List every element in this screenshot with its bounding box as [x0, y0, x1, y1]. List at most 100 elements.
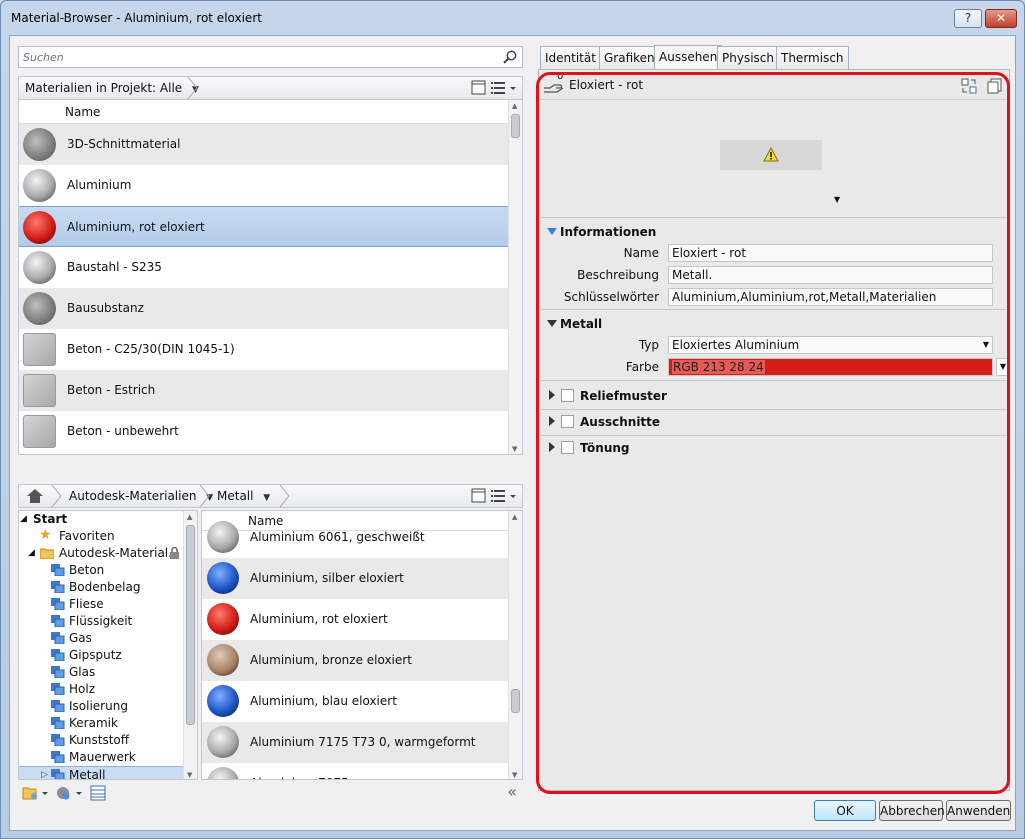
create-material-icon[interactable] [56, 785, 84, 801]
list-item[interactable]: Aluminium, bronze eloxiert [202, 640, 522, 681]
collapsed-arrow-icon[interactable] [549, 416, 555, 426]
list-item[interactable]: Baustahl - S235 [19, 247, 522, 288]
list-item[interactable]: Aluminium 7175 T73 0, warmgeformt [202, 722, 522, 763]
search-icon[interactable] [502, 49, 518, 65]
tree-node-gipsputz[interactable]: Gipsputz [19, 647, 197, 664]
tree-node-beton[interactable]: Beton [19, 562, 197, 579]
duplicate-asset-icon[interactable] [987, 78, 1003, 94]
appearance-preview[interactable] [720, 140, 822, 170]
tab-physical[interactable]: Physisch [717, 46, 779, 70]
list-item[interactable]: Aluminium, rot eloxiert [19, 206, 522, 247]
left-pane: Materialien in Projekt: Alle ▼ Name [18, 41, 523, 801]
description-field[interactable]: Metall. [668, 266, 993, 284]
scroll-down-icon[interactable]: ▼ [512, 445, 517, 453]
collapse-panel-icon[interactable]: « [507, 782, 517, 801]
tab-appearance[interactable]: Aussehen [654, 45, 723, 71]
tree-node-autodesk-library[interactable]: ◢ Autodesk-Material... [19, 545, 197, 562]
preview-options-dropdown-icon[interactable]: ▼ [834, 195, 840, 204]
tree-node-gas[interactable]: Gas [19, 630, 197, 647]
scroll-up-icon[interactable]: ▲ [512, 513, 517, 521]
list-item[interactable]: 3D-Schnittmaterial [19, 124, 522, 165]
list-item[interactable]: Bausubstanz [19, 288, 522, 329]
library-breadcrumb[interactable]: Autodesk-Materialien ▼ [63, 485, 213, 507]
tree-node-flüssigkeit[interactable]: Flüssigkeit [19, 613, 197, 630]
scroll-down-icon[interactable]: ▼ [512, 771, 517, 779]
section-metall[interactable]: Metall [560, 317, 602, 331]
tint-checkbox[interactable] [561, 441, 574, 454]
scroll-up-icon[interactable]: ▲ [187, 513, 192, 521]
close-button[interactable]: ✕ [985, 9, 1017, 28]
collapsed-arrow-icon[interactable] [549, 390, 555, 400]
tree-node-glas[interactable]: Glas [19, 664, 197, 681]
section-reliefmuster[interactable]: Reliefmuster [580, 389, 667, 403]
library-list-scrollbar[interactable]: ▲ ▼ [508, 511, 522, 779]
color-options-dropdown[interactable]: ▼ [996, 358, 1008, 376]
tree-node-isolierung[interactable]: Isolierung [19, 698, 197, 715]
tree-scrollbar[interactable]: ▲ ▼ [183, 511, 197, 779]
star-icon: ★ [39, 527, 52, 543]
tree-node-mauerwerk[interactable]: Mauerwerk [19, 749, 197, 766]
view-options-icon[interactable] [470, 80, 518, 96]
tree-node-metall[interactable]: ▷ Metall [19, 766, 197, 779]
section-informationen[interactable]: Informationen [560, 225, 656, 239]
tree-node-bodenbelag[interactable]: Bodenbelag [19, 579, 197, 596]
manage-library-icon[interactable] [22, 785, 50, 801]
expanded-arrow-icon[interactable]: ◢ [20, 511, 27, 528]
project-filter-dropdown[interactable]: Materialien in Projekt: Alle ▼ [19, 77, 199, 99]
category-icon [51, 615, 65, 627]
category-breadcrumb[interactable]: Metall ▼ [211, 485, 270, 507]
section-toenung[interactable]: Tönung [580, 441, 630, 455]
collapsed-arrow-icon[interactable] [549, 442, 555, 452]
list-item[interactable]: Aluminium, rot eloxiert [202, 599, 522, 640]
list-panel-icon[interactable] [90, 785, 106, 801]
expanded-arrow-icon[interactable]: ◢ [28, 545, 35, 562]
material-name: Aluminium, bronze eloxiert [250, 653, 412, 667]
ok-button[interactable]: OK [814, 800, 876, 821]
view-options-icon[interactable] [470, 488, 518, 504]
list-item[interactable]: Aluminium 7075 [202, 763, 522, 779]
tab-graphics[interactable]: Grafiken [599, 46, 660, 70]
relief-checkbox[interactable] [561, 389, 574, 402]
expanded-arrow-icon[interactable] [547, 228, 557, 235]
scroll-thumb[interactable] [186, 525, 195, 725]
material-thumbnail [23, 128, 56, 161]
tree-node-holz[interactable]: Holz [19, 681, 197, 698]
home-icon[interactable] [27, 489, 43, 503]
tree-node-fliese[interactable]: Fliese [19, 596, 197, 613]
scroll-thumb[interactable] [511, 114, 520, 138]
tab-thermal[interactable]: Thermisch [776, 46, 849, 70]
tree-node-start[interactable]: ◢ Start [19, 511, 197, 528]
list-item[interactable]: Beton - unbewehrt [19, 411, 522, 452]
color-field[interactable]: RGB 213 28 24 [668, 358, 993, 376]
list-item[interactable]: Aluminium [19, 165, 522, 206]
name-column-header[interactable]: Name [65, 105, 100, 119]
material-name: Aluminium 7075 [250, 776, 349, 779]
section-ausschnitte[interactable]: Ausschnitte [580, 415, 660, 429]
search-input[interactable] [23, 49, 493, 65]
cutouts-checkbox[interactable] [561, 415, 574, 428]
tree-node-kunststoff[interactable]: Kunststoff [19, 732, 197, 749]
scroll-thumb[interactable] [511, 689, 520, 713]
keywords-field[interactable]: Aluminium,Aluminium,rot,Metall,Materiali… [668, 288, 993, 306]
chevron-down-icon: ▼ [982, 340, 989, 349]
list-item[interactable]: Aluminium, blau eloxiert [202, 681, 522, 722]
replace-asset-icon[interactable] [961, 78, 977, 94]
list-item[interactable]: Beton - Estrich [19, 370, 522, 411]
help-button[interactable]: ? [954, 9, 982, 28]
tree-node-keramik[interactable]: Keramik [19, 715, 197, 732]
project-list-scrollbar[interactable]: ▲ ▼ [508, 100, 522, 454]
cancel-button[interactable]: Abbrechen [879, 800, 945, 821]
apply-button[interactable]: Anwenden [946, 800, 1011, 821]
type-select[interactable]: Eloxiertes Aluminium ▼ [668, 336, 993, 354]
scroll-down-icon[interactable]: ▼ [187, 771, 192, 779]
list-item[interactable]: Beton - C25/30(DIN 1045-1) [19, 329, 522, 370]
tree-node-favorites[interactable]: ★ Favoriten [19, 527, 197, 545]
list-item[interactable]: Aluminium, silber eloxiert [202, 558, 522, 599]
expanded-arrow-icon[interactable] [547, 320, 557, 327]
tab-identity[interactable]: Identität [540, 46, 601, 70]
name-field[interactable]: Eloxiert - rot [668, 244, 993, 262]
list-item[interactable]: Aluminium 6061, geschweißt [202, 517, 522, 558]
scroll-up-icon[interactable]: ▲ [512, 102, 517, 110]
type-label: Typ [638, 338, 659, 352]
collapsed-arrow-icon[interactable]: ▷ [41, 767, 48, 779]
